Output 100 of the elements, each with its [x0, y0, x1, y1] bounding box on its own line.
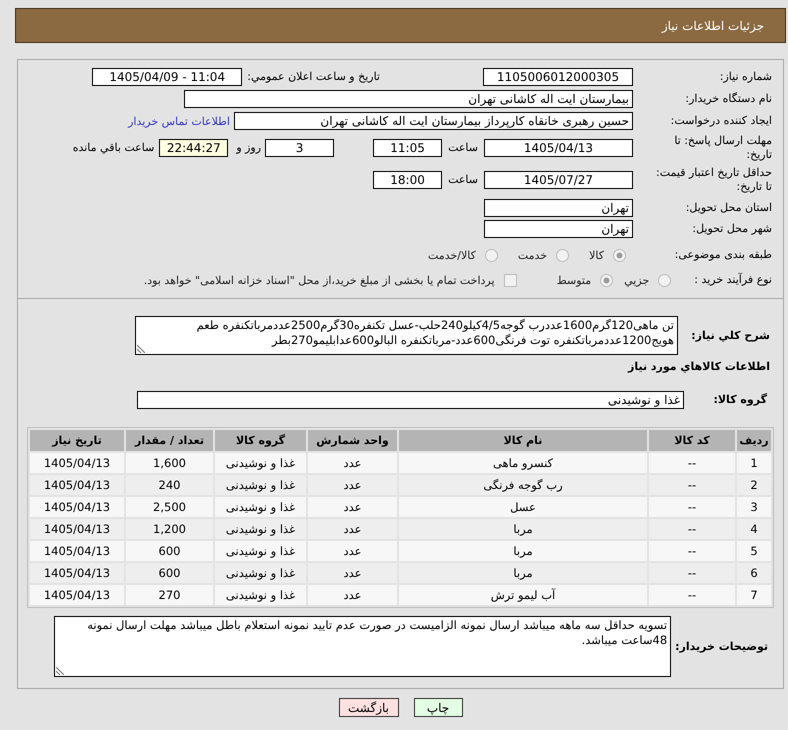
countdown-label: ساعت باقي مانده — [72, 141, 154, 155]
time-label: ساعت — [448, 173, 478, 187]
table-cell: -- — [649, 563, 735, 583]
column-header: واحد شمارش — [308, 430, 397, 451]
table-cell: 1,600 — [126, 453, 213, 473]
table-cell: 1405/04/13 — [30, 453, 124, 473]
validity-time-field[interactable]: 18:00 — [373, 171, 442, 189]
buyer-org-field[interactable]: بیمارستان ایت اله کاشانی تهران — [184, 90, 633, 108]
field-label: ایجاد کننده درخواست: — [670, 114, 772, 128]
field-label: توضیحات خریدار: — [675, 640, 768, 654]
table-cell: مربا — [399, 541, 647, 561]
column-header: نام کالا — [399, 430, 647, 451]
field-label: شماره نیاز: — [718, 70, 772, 84]
table-cell: 1405/04/13 — [30, 563, 124, 583]
print-button[interactable]: چاپ — [414, 698, 462, 717]
days-left-field[interactable]: 3 — [265, 139, 334, 157]
table-cell: -- — [649, 497, 735, 517]
table-cell: 1405/04/13 — [30, 519, 124, 539]
table-cell: 4 — [737, 519, 771, 539]
field-label: طبقه بندی موضوعی: — [674, 248, 772, 262]
table-cell: کنسرو ماهی — [399, 453, 647, 473]
goods-group-field[interactable]: غذا و نوشیدنی — [137, 391, 684, 409]
deadline-date-field[interactable]: 1405/04/13 — [484, 139, 633, 157]
table-cell: 3 — [737, 497, 771, 517]
table-cell: -- — [649, 585, 735, 605]
table-cell: 600 — [126, 563, 213, 583]
table-cell: مربا — [399, 563, 647, 583]
resize-grip-icon[interactable] — [56, 667, 64, 675]
table-cell: غذا و نوشیدنی — [215, 563, 306, 583]
province-field[interactable]: تهران — [484, 199, 633, 217]
column-header: کد کالا — [649, 430, 735, 451]
city-field[interactable]: تهران — [484, 220, 633, 238]
table-cell: عدد — [308, 453, 397, 473]
field-label: شرح کلي نیاز: — [690, 328, 770, 342]
table-cell: 7 — [737, 585, 771, 605]
table-cell: غذا و نوشیدنی — [215, 519, 306, 539]
table-cell: غذا و نوشیدنی — [215, 585, 306, 605]
table-cell: رب گوجه فرنگی — [399, 475, 647, 495]
table-cell: غذا و نوشیدنی — [215, 497, 306, 517]
table-cell: 1405/04/13 — [30, 541, 124, 561]
table-cell: عدد — [308, 563, 397, 583]
table-cell: 1405/04/13 — [30, 585, 124, 605]
option-label: جزيي — [624, 274, 650, 286]
table-cell: 1405/04/13 — [30, 497, 124, 517]
deadline-time-field[interactable]: 11:05 — [373, 139, 442, 157]
field-label: نام دستگاه خریدار: — [684, 92, 772, 106]
column-header: گروه کالا — [215, 430, 306, 451]
table-cell: 270 — [126, 585, 213, 605]
table-cell: 2,500 — [126, 497, 213, 517]
table-cell: 2 — [737, 475, 771, 495]
option-label: کالا — [589, 248, 604, 262]
table-cell: عدد — [308, 497, 397, 517]
table-cell: عدد — [308, 519, 397, 539]
validity-date-field[interactable]: 1405/07/27 — [484, 171, 633, 189]
column-header: تاریخ نیاز — [30, 430, 124, 451]
buyer-contact-link[interactable]: اطلاعات تماس خریدار — [128, 114, 230, 128]
page-title: جزئیات اطلاعات نیاز — [662, 18, 764, 32]
countdown-field[interactable]: 22:44:27 — [159, 139, 228, 157]
table-cell: 1405/04/13 — [30, 475, 124, 495]
time-label: ساعت — [448, 141, 478, 155]
column-header: ردیف — [737, 430, 771, 451]
table-cell: 600 — [126, 541, 213, 561]
field-label: گروه کالا: — [712, 393, 767, 407]
table-cell: 6 — [737, 563, 771, 583]
table-cell: 1 — [737, 453, 771, 473]
field-label: نوع فرآیند خرید : — [694, 273, 772, 287]
table-cell: -- — [649, 541, 735, 561]
column-header: تعداد / مقدار — [126, 430, 213, 451]
field-label: تاریخ و ساعت اعلان عمومي: — [247, 70, 380, 84]
table-cell: -- — [649, 475, 735, 495]
need-number-field[interactable]: 1105006012000305 — [483, 68, 633, 86]
table-cell: آب لیمو ترش — [399, 585, 647, 605]
section-title: اطلاعات کالاهاي مورد نیاز — [628, 360, 770, 374]
field-label: شهر محل تحویل: — [691, 222, 772, 236]
option-label: خدمت — [518, 248, 548, 262]
table-cell: مربا — [399, 519, 647, 539]
description-text-area[interactable]: تن ماهی120گرم1600عددرب گوجه4/5کیلو240حلب-عسل تکنفره30گرم2500عددمرباتکنفره طعم هویج1200عددمرباتکنفره توت فرنگی600عدد-مرباتکنفره البالو600عدابلیمو270بطر — [135, 316, 678, 355]
option-label: کالا/خدمت — [428, 248, 476, 262]
requester-field[interactable]: حسین رهبری خانقاه کارپرداز بیمارستان ایت اله کاشانی تهران — [234, 112, 633, 130]
table-cell: غذا و نوشیدنی — [215, 453, 306, 473]
table-cell: عدد — [308, 585, 397, 605]
table-cell: -- — [649, 519, 735, 539]
buyer-notes-text-area[interactable]: تسویه حداقل سه ماهه میباشد ارسال نمونه الزامیست در صورت عدم تایید نمونه استعلام باطل میباشد مهلت ارسال نمونه 48ساعت میباشد. — [54, 616, 672, 677]
table-cell: غذا و نوشیدنی — [215, 541, 306, 561]
table-cell: عسل — [399, 497, 647, 517]
table-cell: غذا و نوشیدنی — [215, 475, 306, 495]
option-label: متوسط — [556, 274, 592, 286]
field-label: استان محل تحویل: — [684, 201, 772, 215]
field-label: مهلت ارسال پاسخ: تا تاریخ: — [673, 134, 772, 162]
days-label: روز و — [236, 141, 262, 155]
resize-grip-icon[interactable] — [137, 345, 145, 353]
table-cell: 240 — [126, 475, 213, 495]
announcement-date-field[interactable]: 1405/04/09 - 11:04 — [92, 68, 242, 86]
table-cell: 1,200 — [126, 519, 213, 539]
option-label: پرداخت تمام یا بخشی از مبلغ خرید،از محل "اسناد خزانه اسلامی" خواهد بود. — [144, 274, 495, 286]
table-cell: عدد — [308, 475, 397, 495]
field-label: حداقل تاریخ اعتبار قیمت: تا تاریخ: — [655, 166, 772, 194]
table-cell: 5 — [737, 541, 771, 561]
table-cell: -- — [649, 453, 735, 473]
back-button[interactable]: بازگشت — [338, 698, 398, 717]
